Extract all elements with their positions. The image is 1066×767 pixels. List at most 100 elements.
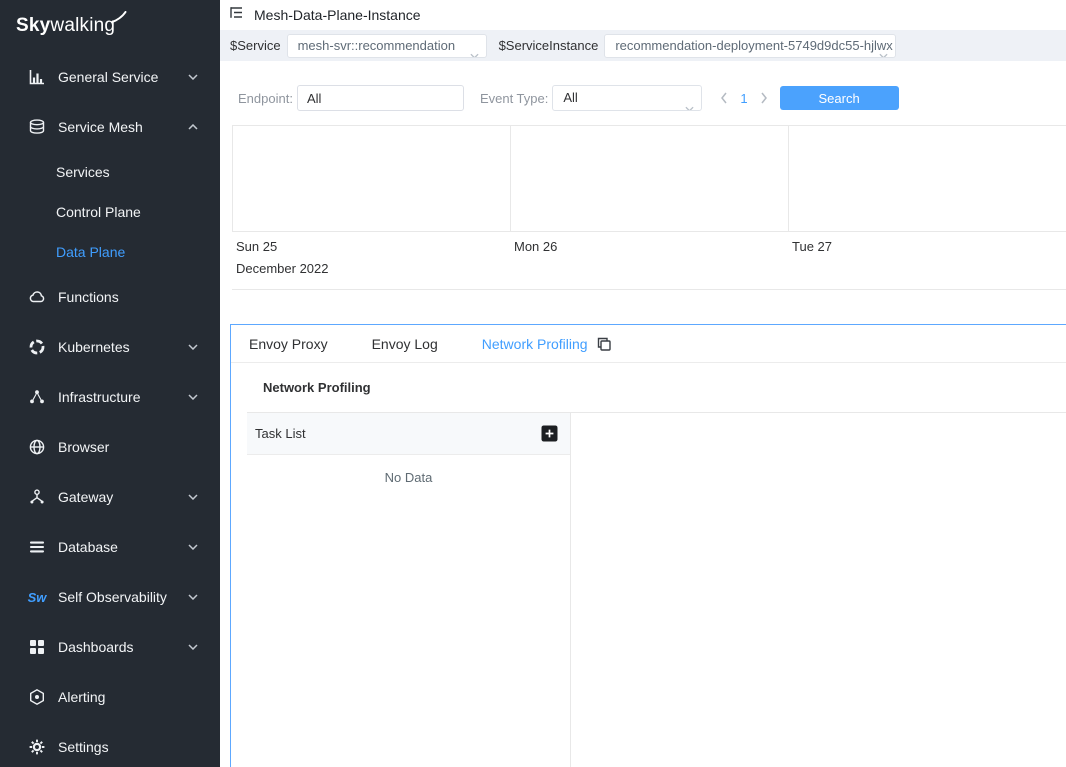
grid-icon <box>28 638 46 656</box>
next-page-icon[interactable] <box>760 92 768 104</box>
calendar-cell-mon-26[interactable] <box>510 126 788 231</box>
sidebar-item-control-plane[interactable]: Control Plane <box>0 192 220 232</box>
no-data-text: No Data <box>385 470 433 485</box>
chevron-down-icon <box>188 594 198 600</box>
page-header: Mesh-Data-Plane-Instance <box>220 0 1066 30</box>
gear-icon <box>28 738 46 756</box>
sidebar-item-label: Functions <box>58 289 119 305</box>
variables-toolbar: $Service mesh-svr::recommendation $Servi… <box>220 30 1066 61</box>
endpoint-label: Endpoint: <box>238 91 293 106</box>
chevron-down-icon <box>879 44 888 58</box>
network-profiling-body: Task List No Data <box>247 413 1066 767</box>
widget-tabs: Envoy Proxy Envoy Log Network Profiling <box>231 325 1066 363</box>
sidebar: Skywalking General Service Service Mesh … <box>0 0 220 767</box>
calendar-cells <box>232 126 1066 232</box>
sidebar-item-infrastructure[interactable]: Infrastructure <box>0 372 220 422</box>
sidebar-item-label: Service Mesh <box>58 119 143 135</box>
sidebar-item-alerting[interactable]: Alerting <box>0 672 220 722</box>
dashboard-template-icon <box>229 5 244 25</box>
chevron-down-icon <box>188 344 198 350</box>
sidebar-item-kubernetes[interactable]: Kubernetes <box>0 322 220 372</box>
sidebar-item-label: Gateway <box>58 489 113 505</box>
cloud-icon <box>28 288 46 306</box>
sidebar-item-label: Alerting <box>58 689 105 705</box>
chevron-up-icon <box>188 124 198 130</box>
search-button[interactable]: Search <box>780 86 899 110</box>
sidebar-item-label: Infrastructure <box>58 389 140 405</box>
calendar-day-label: Sun 25 December 2022 <box>232 236 510 281</box>
bar-chart-icon <box>28 68 46 86</box>
sidebar-item-label: Kubernetes <box>58 339 130 355</box>
sidebar-item-settings[interactable]: Settings <box>0 722 220 767</box>
sidebar-item-services[interactable]: Services <box>0 152 220 192</box>
event-filter-row: Endpoint: Event Type: All 1 Search <box>238 85 1066 111</box>
task-list-header: Task List <box>247 413 570 455</box>
sidebar-item-label: Services <box>56 164 110 180</box>
event-type-label: Event Type: <box>480 91 548 106</box>
service-instance-select-value: recommendation-deployment-5749d9dc55-hjl… <box>615 38 893 53</box>
service-select[interactable]: mesh-svr::recommendation <box>287 34 487 58</box>
calendar-day-label: Tue 27 <box>788 236 1066 281</box>
task-list-panel: Task List No Data <box>247 413 571 767</box>
sidebar-item-label: Self Observability <box>58 589 167 605</box>
chevron-down-icon <box>470 44 479 58</box>
sidebar-item-dashboards[interactable]: Dashboards <box>0 622 220 672</box>
nodes-icon <box>28 388 46 406</box>
chevron-down-icon <box>188 74 198 80</box>
copy-icon[interactable] <box>596 336 612 352</box>
page-title: Mesh-Data-Plane-Instance <box>254 7 421 23</box>
chevron-down-icon <box>188 394 198 400</box>
sidebar-item-self-observability[interactable]: Sw Self Observability <box>0 572 220 622</box>
service-instance-select[interactable]: recommendation-deployment-5749d9dc55-hjl… <box>604 34 896 58</box>
content-area: Endpoint: Event Type: All 1 Search <box>220 61 1066 767</box>
chevron-down-icon <box>188 494 198 500</box>
app: Skywalking General Service Service Mesh … <box>0 0 1066 767</box>
event-type-select-value: All <box>563 90 577 105</box>
calendar-labels: Sun 25 December 2022 Mon 26 Tue 27 <box>232 232 1066 290</box>
current-page-number[interactable]: 1 <box>740 91 747 106</box>
task-list-body: No Data <box>247 455 570 767</box>
chevron-down-icon <box>188 544 198 550</box>
stack-icon <box>28 118 46 136</box>
sidebar-item-label: General Service <box>58 69 158 85</box>
skywalking-logo[interactable]: Skywalking <box>0 0 220 52</box>
sidebar-item-database[interactable]: Database <box>0 522 220 572</box>
service-select-value: mesh-svr::recommendation <box>298 38 456 53</box>
calendar-cell-tue-27[interactable] <box>788 126 1066 231</box>
endpoint-input[interactable] <box>297 85 464 111</box>
service-variable-label: $Service <box>230 38 281 53</box>
previous-page-icon[interactable] <box>720 92 728 104</box>
sidebar-item-service-mesh[interactable]: Service Mesh <box>0 102 220 152</box>
hexagon-alert-icon <box>28 688 46 706</box>
widget-section-title: Network Profiling <box>247 363 1066 413</box>
list-icon <box>28 538 46 556</box>
tab-envoy-log[interactable]: Envoy Log <box>372 336 438 352</box>
logo-text-walking: walking <box>50 15 115 37</box>
calendar-cell-sun-25[interactable] <box>232 126 510 231</box>
logo-swoosh-icon <box>111 11 127 29</box>
tab-envoy-proxy[interactable]: Envoy Proxy <box>249 336 328 352</box>
event-type-select[interactable]: All <box>552 85 702 111</box>
calendar-day-label: Mon 26 <box>510 236 788 281</box>
instance-variable-label: $ServiceInstance <box>499 38 599 53</box>
sidebar-item-label-active: Data Plane <box>56 244 125 260</box>
tab-network-profiling[interactable]: Network Profiling <box>482 336 588 352</box>
sidebar-item-label: Browser <box>58 439 109 455</box>
sidebar-nav: General Service Service Mesh Services Co… <box>0 52 220 767</box>
sidebar-item-label: Control Plane <box>56 204 141 220</box>
sidebar-item-general-service[interactable]: General Service <box>0 52 220 102</box>
main-area: Mesh-Data-Plane-Instance $Service mesh-s… <box>220 0 1066 767</box>
sidebar-item-browser[interactable]: Browser <box>0 422 220 472</box>
sidebar-item-label: Database <box>58 539 118 555</box>
calendar-month-label: December 2022 <box>236 257 510 281</box>
sidebar-item-data-plane[interactable]: Data Plane <box>0 232 220 272</box>
sidebar-item-gateway[interactable]: Gateway <box>0 472 220 522</box>
widget-panel: Envoy Proxy Envoy Log Network Profiling … <box>230 324 1066 767</box>
sidebar-item-label: Settings <box>58 739 109 755</box>
sidebar-item-functions[interactable]: Functions <box>0 272 220 322</box>
segmented-circle-icon <box>28 338 46 356</box>
network-profiling-widget: Network Profiling Task List No Data <box>247 363 1066 767</box>
globe-icon <box>28 438 46 456</box>
chevron-down-icon <box>685 96 694 111</box>
add-task-icon[interactable] <box>541 425 558 442</box>
